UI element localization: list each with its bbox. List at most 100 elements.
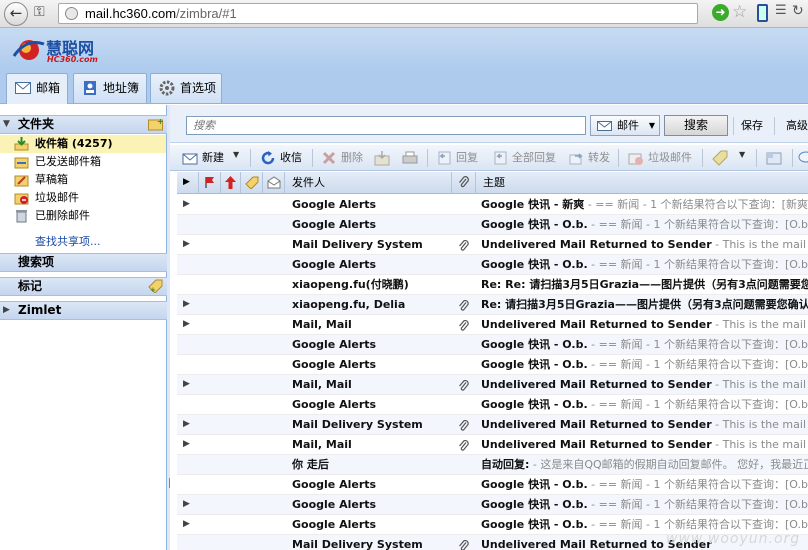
folder-drafts[interactable]: 草稿箱 (0, 171, 166, 189)
reply-button[interactable]: 回复 (436, 149, 478, 167)
message-fragment: - This is the mail system at (715, 438, 808, 451)
phone-icon[interactable] (757, 4, 768, 22)
move-button[interactable] (374, 149, 392, 167)
message-row[interactable]: xiaopeng.fu(付晓鹏) Re: Re: 请扫描3月5日Grazia——图… (177, 275, 808, 295)
watermark: www.wooyun.org (666, 531, 801, 547)
message-row[interactable]: 你 走后 自动回复: - 这是来自QQ邮箱的假期自动回复邮件。 您好，我最近正 (177, 455, 808, 475)
message-row[interactable]: ▶ Mail, Mail Undelivered Mail Returned to … (177, 375, 808, 395)
expand-triangle-icon: ▶ (183, 177, 190, 187)
app-tabs: 邮箱 地址簿 首选项 (0, 70, 808, 104)
tags-section-header[interactable]: 标记 + (0, 277, 167, 296)
message-row[interactable]: Google Alerts Google 快讯 - O.b. - == 新闻 - … (177, 215, 808, 235)
key-icon[interactable]: ⚿ (34, 4, 45, 20)
new-tag-icon[interactable]: + (148, 279, 163, 293)
spam-button[interactable]: 垃圾邮件 (628, 149, 692, 167)
inbox-icon (14, 137, 29, 151)
folder-inbox[interactable]: 收件箱 (4257) (0, 135, 166, 153)
new-button[interactable]: 新建 (182, 149, 224, 167)
folder-trash[interactable]: 已删除邮件 (0, 207, 166, 225)
message-row[interactable]: ▶ Google Alerts Google 快讯 - O.b. - == 新闻 -… (177, 495, 808, 515)
message-row[interactable]: ▶ Google Alerts Google 快讯 - 新爽 - == 新闻 - 1… (177, 195, 808, 215)
go-arrow-icon[interactable]: ➜ (712, 4, 729, 21)
message-row[interactable]: ▶ Mail, Mail Undelivered Mail Returned to … (177, 315, 808, 335)
message-sender: Mail Delivery System (292, 418, 423, 431)
message-fragment: - == 新闻 - 1 个新结果符合以下查询：[O.b.] == (591, 398, 808, 411)
status-column[interactable] (263, 172, 285, 193)
collapse-triangle-icon[interactable]: ▼ (3, 116, 10, 133)
new-folder-icon[interactable]: + (148, 117, 163, 131)
message-row[interactable]: ▶ Mail, Mail Undelivered Mail Returned to … (177, 435, 808, 455)
priority-arrow-icon (225, 176, 236, 189)
receive-button[interactable]: 收信 (260, 149, 302, 167)
message-row[interactable]: ▶ Mail Delivery System Undelivered Mail Re… (177, 415, 808, 435)
chat-button[interactable] (798, 149, 808, 167)
message-fragment: - == 新闻 - 1 个新结果符合以下查询：[O.b.] == (591, 478, 808, 491)
message-row[interactable]: Google Alerts Google 快讯 - O.b. - == 新闻 - … (177, 335, 808, 355)
bookmark-star-icon[interactable]: ☆ (732, 2, 747, 22)
flag-column[interactable] (199, 172, 221, 193)
searches-section-header[interactable]: 搜索项 (0, 253, 167, 272)
expand-triangle-icon[interactable]: ▶ (183, 515, 190, 534)
tab-address-book[interactable]: 地址簿 (73, 73, 147, 103)
expand-triangle-icon[interactable]: ▶ (183, 315, 190, 334)
folder-sent[interactable]: 已发送邮件箱 (0, 153, 166, 171)
message-row[interactable]: Google Alerts Google 快讯 - O.b. - == 新闻 - … (177, 475, 808, 495)
find-shares-link[interactable]: 查找共享项... (35, 233, 101, 249)
reply-all-button[interactable]: 全部回复 (492, 149, 556, 167)
divider (250, 149, 251, 167)
sidebar: ▼ 文件夹 + 收件箱 (4257) 已发送邮件箱 草稿箱 垃圾邮件 已删除邮件… (0, 105, 167, 550)
tab-preferences[interactable]: 首选项 (150, 73, 222, 103)
expand-triangle-icon[interactable]: ▶ (183, 435, 190, 454)
search-button[interactable]: 搜索 (664, 115, 728, 136)
forward-button[interactable]: 转发 (568, 149, 610, 167)
expand-column[interactable]: ▶ (177, 172, 199, 193)
drafts-icon (14, 175, 29, 187)
print-button[interactable] (402, 149, 420, 167)
expand-triangle-icon[interactable]: ▶ (183, 495, 190, 514)
search-scope-dropdown[interactable]: 邮件 ▼ (590, 115, 660, 136)
priority-column[interactable] (221, 172, 241, 193)
tag-button[interactable] (712, 149, 730, 167)
paperclip-icon (458, 239, 470, 251)
message-row[interactable]: Google Alerts Google 快讯 - O.b. - == 新闻 - … (177, 255, 808, 275)
message-row[interactable]: ▶ Mail Delivery System Undelivered Mail Re… (177, 235, 808, 255)
mail-icon (15, 82, 31, 94)
tag-icon (245, 176, 259, 189)
message-sender: Google Alerts (292, 518, 377, 531)
expand-triangle-icon[interactable]: ▶ (183, 375, 190, 394)
view-button[interactable] (766, 149, 784, 167)
back-arrow-icon[interactable]: ← (4, 2, 28, 26)
zimlet-section-header[interactable]: ▶ Zimlet (0, 301, 167, 320)
subject-column-header[interactable]: 主题 (476, 172, 808, 193)
expand-triangle-icon[interactable]: ▶ (183, 415, 190, 434)
from-column-header[interactable]: 发件人 (285, 172, 452, 193)
message-sender: Google Alerts (292, 478, 377, 491)
message-row[interactable]: ▶ xiaopeng.fu, Delia Re: 请扫描3月5日Grazia——图片… (177, 295, 808, 315)
attachment-column[interactable] (452, 172, 476, 193)
expand-triangle-icon[interactable]: ▶ (183, 295, 190, 314)
address-bar[interactable]: mail.hc360.com/zimbra/#1 (58, 3, 698, 24)
tag-column[interactable] (241, 172, 263, 193)
message-row[interactable]: Google Alerts Google 快讯 - O.b. - == 新闻 - … (177, 395, 808, 415)
folders-section-header[interactable]: ▼ 文件夹 + (0, 115, 167, 134)
refresh-icon (261, 151, 275, 165)
chevron-down-icon[interactable]: ▼ (233, 150, 239, 159)
message-subject: Google 快讯 - O.b. - == 新闻 - 1 个新结果符合以下查询：… (481, 215, 808, 234)
reload-icon[interactable]: ↻ (792, 3, 804, 19)
message-row[interactable]: Google Alerts Google 快讯 - O.b. - == 新闻 - … (177, 355, 808, 375)
expand-triangle-icon[interactable]: ▶ (183, 195, 190, 214)
message-subject: Undelivered Mail Returned to Sender - Th… (481, 315, 808, 334)
tab-mail[interactable]: 邮箱 (6, 73, 68, 104)
expand-triangle-icon[interactable]: ▶ (3, 302, 10, 319)
advanced-search-button[interactable]: 高级 (786, 115, 808, 136)
search-input[interactable] (186, 116, 586, 135)
message-subject: Google 快讯 - O.b. - == 新闻 - 1 个新结果符合以下查询：… (481, 255, 808, 274)
save-search-button[interactable]: 保存 (741, 115, 763, 136)
chevron-down-icon[interactable]: ▼ (739, 150, 745, 159)
delete-button[interactable]: 删除 (321, 149, 363, 167)
message-fragment: - This is the mail system at (715, 418, 808, 431)
folder-junk[interactable]: 垃圾邮件 (0, 189, 166, 207)
message-sender: xiaopeng.fu, Delia (292, 298, 406, 311)
expand-triangle-icon[interactable]: ▶ (183, 235, 190, 254)
menu-icon[interactable]: ☰ (775, 3, 787, 18)
